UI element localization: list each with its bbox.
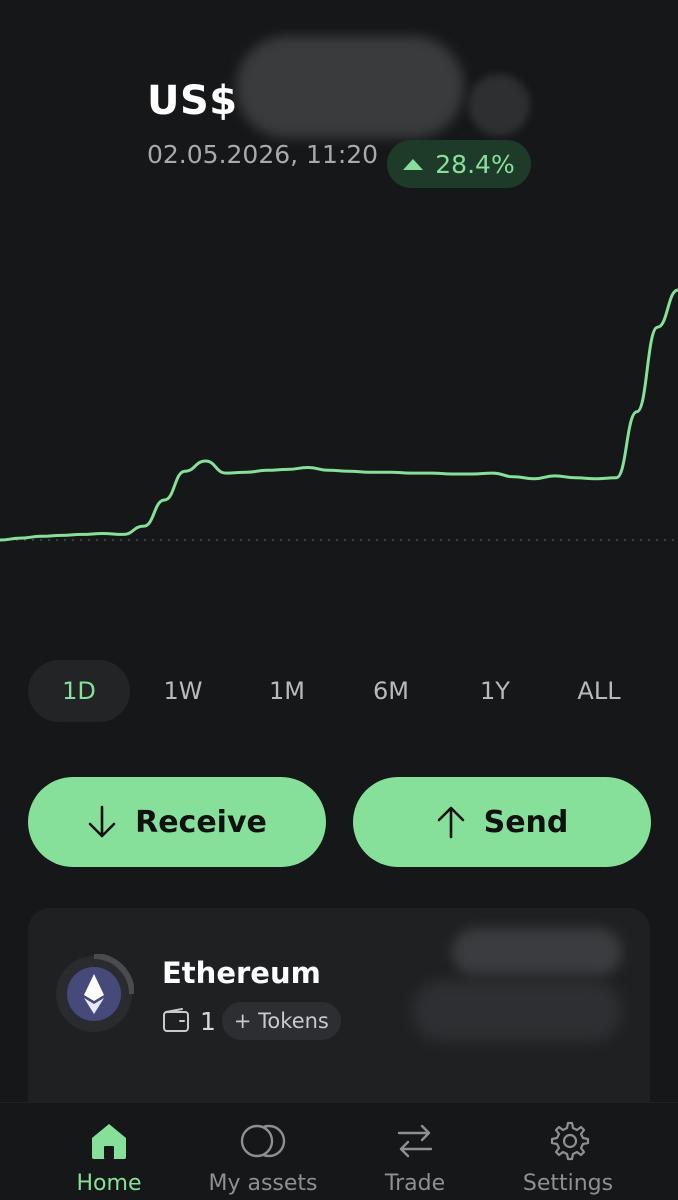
arrow-up-icon: [437, 806, 464, 839]
nav-trade[interactable]: Trade: [330, 1103, 500, 1200]
range-6m[interactable]: 6M: [340, 660, 442, 722]
range-label: 1M: [269, 677, 305, 705]
send-label: Send: [483, 804, 569, 840]
hidden-asset-balance: [452, 928, 622, 976]
range-all[interactable]: ALL: [548, 660, 650, 722]
range-1w[interactable]: 1W: [132, 660, 234, 722]
add-tokens-button[interactable]: + Tokens: [221, 1002, 341, 1040]
nav-settings[interactable]: Settings: [483, 1103, 653, 1200]
wallet-icon: [163, 1008, 189, 1032]
chart-series-line: [0, 288, 678, 542]
nav-label: Home: [76, 1171, 142, 1196]
range-label: 1Y: [480, 677, 510, 705]
balance-meta: 02.05.2026, 11:20: [147, 140, 378, 169]
hidden-asset-value: [412, 980, 622, 1042]
trade-icon: [397, 1124, 433, 1158]
receive-button[interactable]: Receive: [28, 777, 326, 867]
range-label: ALL: [577, 677, 621, 705]
range-label: 6M: [373, 677, 409, 705]
asset-name: Ethereum: [162, 956, 321, 990]
nav-label: Trade: [384, 1171, 446, 1196]
range-1y[interactable]: 1Y: [444, 660, 546, 722]
change-percent: 28.4%: [435, 149, 515, 179]
ethereum-icon: [56, 954, 134, 1032]
portfolio-chart[interactable]: [0, 270, 678, 560]
receive-label: Receive: [135, 804, 267, 840]
hidden-balance-amount: [236, 36, 464, 138]
home-icon: [92, 1124, 126, 1159]
send-button[interactable]: Send: [353, 777, 651, 867]
arrow-down-icon: [88, 805, 116, 838]
wallet-row: 1 + Tokens: [162, 1002, 341, 1040]
wallet-count: 1: [200, 1006, 216, 1036]
home-screen: US$ 02.05.2026, 11:20 28.4% 1D 1W 1M 6M …: [0, 0, 678, 1200]
nav-my-assets[interactable]: My assets: [178, 1103, 348, 1200]
balance-currency: US$: [147, 78, 238, 124]
range-1d[interactable]: 1D: [28, 660, 130, 722]
range-1m[interactable]: 1M: [236, 660, 338, 722]
nav-label: Settings: [522, 1171, 614, 1196]
gear-icon: [550, 1121, 590, 1161]
time-range-tabs: 1D 1W 1M 6M 1Y ALL: [28, 660, 650, 722]
balance-row: US$: [147, 78, 238, 124]
range-label: 1W: [163, 677, 203, 705]
nav-label: My assets: [208, 1171, 318, 1196]
balance-timestamp: 02.05.2026, 11:20: [147, 140, 379, 169]
assets-icon: [240, 1124, 286, 1158]
bottom-navigation: Home My assets Trade Settings: [0, 1102, 678, 1200]
nav-home[interactable]: Home: [24, 1103, 194, 1200]
hidden-balance-toggle[interactable]: [468, 74, 530, 136]
change-badge: 28.4%: [387, 140, 531, 188]
arrow-up-icon: [403, 158, 424, 170]
range-label: 1D: [62, 677, 96, 705]
